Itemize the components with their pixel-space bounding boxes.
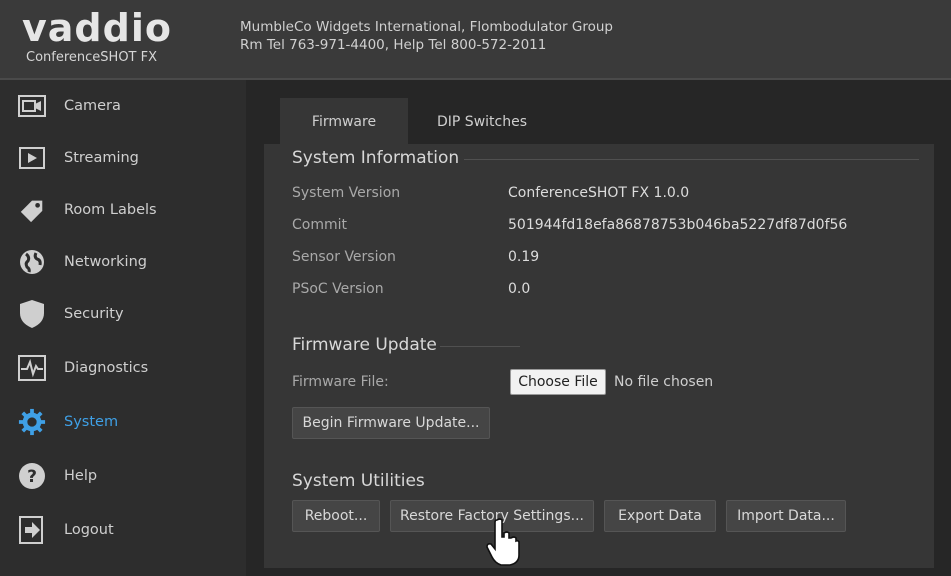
sidebar-item-label: Networking — [64, 254, 147, 270]
tag-icon — [18, 196, 46, 224]
sensor-version-label: Sensor Version — [292, 249, 396, 265]
contact-line: Rm Tel 763-971-4400, Help Tel 800-572-20… — [240, 37, 547, 53]
import-data-button[interactable]: Import Data... — [726, 500, 846, 532]
sidebar-item-label: Diagnostics — [64, 360, 149, 376]
begin-firmware-update-button[interactable]: Begin Firmware Update... — [292, 407, 490, 439]
sidebar-item-label: Room Labels — [64, 202, 157, 218]
hand-cursor-icon — [486, 518, 520, 566]
sidebar-item-room-labels[interactable]: Room Labels — [0, 184, 246, 236]
psoc-version-label: PSoC Version — [292, 281, 384, 297]
shield-icon — [18, 300, 46, 328]
section-title-system-information: System Information — [292, 148, 460, 168]
section-title-firmware-update: Firmware Update — [292, 335, 437, 355]
sidebar-item-label: Logout — [64, 522, 114, 538]
choose-file-button[interactable]: Choose File — [510, 369, 606, 395]
export-data-button[interactable]: Export Data — [604, 500, 716, 532]
firmware-file-label: Firmware File: — [292, 374, 389, 390]
system-version-value: ConferenceSHOT FX 1.0.0 — [508, 185, 690, 201]
commit-label: Commit — [292, 217, 347, 233]
main-content: Firmware DIP Switches System Information… — [246, 80, 951, 576]
section-title-system-utilities: System Utilities — [292, 471, 425, 491]
section-divider — [440, 346, 520, 347]
no-file-chosen-text: No file chosen — [614, 374, 714, 390]
sidebar-item-label: Streaming — [64, 150, 139, 166]
tab-firmware[interactable]: Firmware — [280, 98, 408, 146]
sidebar-item-networking[interactable]: Networking — [0, 236, 246, 288]
play-icon — [18, 144, 46, 172]
sidebar-item-label: Security — [64, 306, 124, 322]
pulse-icon — [18, 354, 46, 382]
commit-value: 501944fd18efa86878753b046ba5227df87d0f56 — [508, 217, 848, 233]
sidebar-item-diagnostics[interactable]: Diagnostics — [0, 342, 246, 394]
sidebar-item-streaming[interactable]: Streaming — [0, 132, 246, 184]
org-line: MumbleCo Widgets International, Flombodu… — [240, 19, 613, 35]
psoc-version-value: 0.0 — [508, 281, 531, 297]
sidebar-item-logout[interactable]: Logout — [0, 504, 246, 556]
app-header: vaddio ConferenceSHOT FX MumbleCo Widget… — [0, 0, 951, 80]
sidebar-item-system[interactable]: System — [0, 396, 246, 448]
help-icon: ? — [18, 462, 46, 490]
firmware-panel: System Information System Version Confer… — [264, 144, 934, 568]
svg-text:?: ? — [27, 467, 37, 487]
room-info: MumbleCo Widgets International, Flombodu… — [240, 18, 613, 54]
sidebar: Camera Streaming Room Labels Networking … — [0, 80, 246, 576]
globe-icon — [18, 248, 46, 276]
logout-icon — [18, 516, 46, 544]
vaddio-logo[interactable]: vaddio ConferenceSHOT FX — [14, 6, 232, 72]
reboot-button[interactable]: Reboot... — [292, 500, 380, 532]
system-version-label: System Version — [292, 185, 401, 201]
tab-dip-switches[interactable]: DIP Switches — [418, 98, 546, 146]
logo-wordmark: vaddio — [22, 6, 172, 50]
sensor-version-value: 0.19 — [508, 249, 540, 265]
sidebar-item-camera[interactable]: Camera — [0, 80, 246, 132]
camera-icon — [18, 92, 46, 120]
product-name: ConferenceSHOT FX — [26, 50, 158, 65]
sidebar-item-label: Help — [64, 468, 98, 484]
gear-icon — [18, 408, 46, 436]
sidebar-item-security[interactable]: Security — [0, 288, 246, 340]
sidebar-item-label: Camera — [64, 98, 121, 114]
section-divider — [464, 159, 919, 160]
sidebar-item-label: System — [64, 414, 119, 430]
sidebar-item-help[interactable]: ? Help — [0, 450, 246, 502]
